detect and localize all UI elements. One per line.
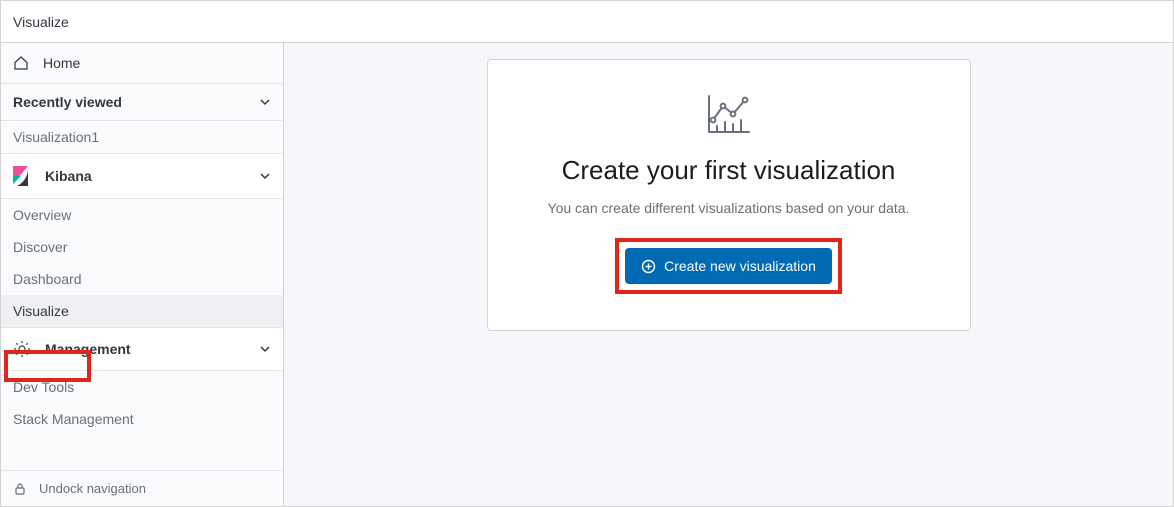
sidebar-undock-label: Undock navigation xyxy=(39,481,146,496)
sidebar-group-management-label: Management xyxy=(45,341,131,357)
sidebar-group-kibana[interactable]: Kibana xyxy=(1,153,283,199)
sidebar-home[interactable]: Home xyxy=(1,43,283,84)
home-icon xyxy=(13,55,29,71)
sidebar-recent-item[interactable]: Visualization1 xyxy=(1,121,283,153)
sidebar: Home Recently viewed Visualization1 xyxy=(1,43,284,506)
sidebar-item-devtools[interactable]: Dev Tools xyxy=(1,371,283,403)
chevron-down-icon xyxy=(259,170,271,182)
sidebar-item-label: Stack Management xyxy=(13,411,134,427)
sidebar-group-management[interactable]: Management xyxy=(1,327,283,371)
chevron-down-icon xyxy=(259,343,271,355)
sidebar-item-discover[interactable]: Discover xyxy=(1,231,283,263)
chevron-down-icon xyxy=(259,96,271,108)
sidebar-item-label: Visualize xyxy=(13,303,69,319)
sidebar-item-label: Overview xyxy=(13,207,71,223)
sidebar-item-label: Dashboard xyxy=(13,271,82,287)
sidebar-item-dashboard[interactable]: Dashboard xyxy=(1,263,283,295)
sidebar-group-kibana-label: Kibana xyxy=(45,168,92,184)
sidebar-item-visualize[interactable]: Visualize xyxy=(1,295,283,327)
sidebar-item-label: Discover xyxy=(13,239,67,255)
sidebar-item-label: Visualization1 xyxy=(13,129,99,145)
lock-icon xyxy=(13,482,27,496)
sidebar-undock[interactable]: Undock navigation xyxy=(1,470,283,506)
empty-state-title: Create your first visualization xyxy=(562,155,896,186)
main-area: Create your first visualization You can … xyxy=(284,43,1173,506)
gear-icon xyxy=(13,340,31,358)
annotation-highlight: Create new visualization xyxy=(615,238,842,294)
sidebar-home-label: Home xyxy=(43,55,80,71)
sidebar-item-stack-management[interactable]: Stack Management xyxy=(1,403,283,435)
sidebar-section-recent[interactable]: Recently viewed xyxy=(1,84,283,121)
sidebar-item-label: Dev Tools xyxy=(13,379,74,395)
breadcrumb: Visualize xyxy=(13,14,69,30)
create-visualization-button[interactable]: Create new visualization xyxy=(625,248,832,284)
sidebar-section-recent-label: Recently viewed xyxy=(13,94,122,110)
empty-state-subtitle: You can create different visualizations … xyxy=(548,200,910,216)
visualization-icon xyxy=(705,94,753,139)
sidebar-item-overview[interactable]: Overview xyxy=(1,199,283,231)
kibana-logo-icon xyxy=(13,166,31,186)
breadcrumb-bar: Visualize xyxy=(1,1,1173,43)
button-label: Create new visualization xyxy=(664,258,816,274)
empty-state-card: Create your first visualization You can … xyxy=(487,59,971,331)
plus-circle-icon xyxy=(641,259,656,274)
